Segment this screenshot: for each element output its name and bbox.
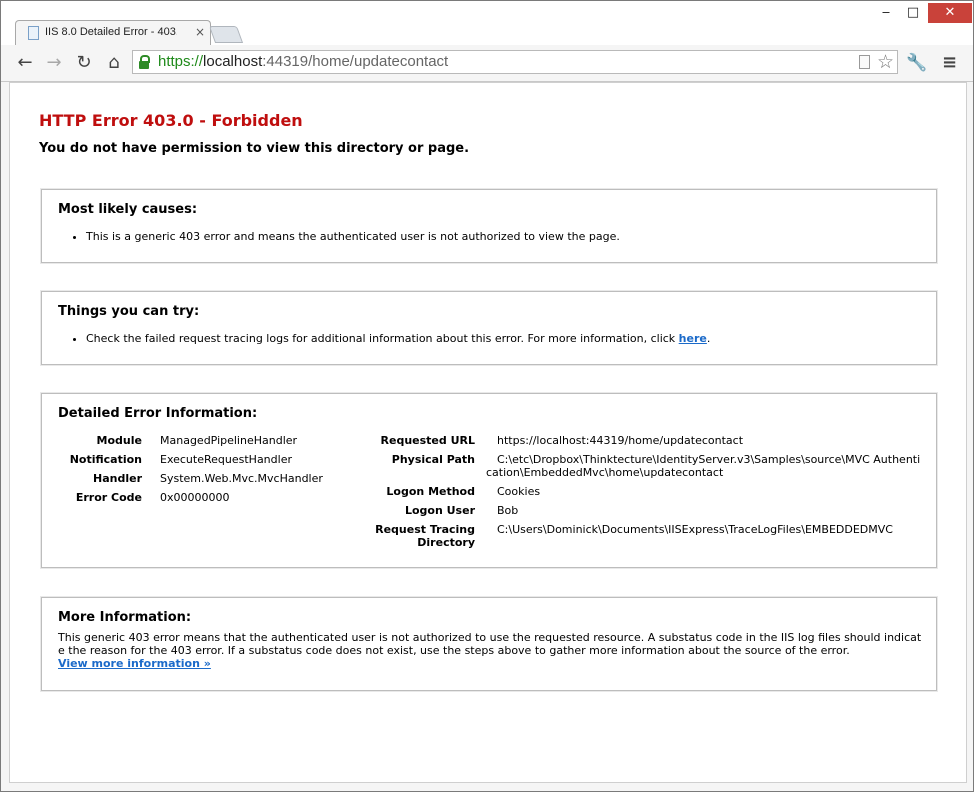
details-box: Detailed Error Information: Module Manag… xyxy=(41,393,937,568)
wrench-icon[interactable]: 🔧 xyxy=(906,53,927,73)
detail-label: Physical Path xyxy=(391,453,475,466)
page-action-icon[interactable] xyxy=(859,55,870,69)
detail-value: Cookies xyxy=(497,485,541,498)
lock-icon[interactable] xyxy=(139,55,150,69)
page-content: HTTP Error 403.0 - Forbidden You do not … xyxy=(9,82,967,783)
more-info-box: More Information: This generic 403 error… xyxy=(41,597,937,691)
error-subheading: You do not have permission to view this … xyxy=(39,141,470,156)
detail-label: Error Code xyxy=(75,491,142,504)
menu-icon[interactable]: ≡ xyxy=(942,53,957,73)
browser-tab[interactable]: IIS 8.0 Detailed Error - 403. × xyxy=(15,20,211,45)
try-list: Check the failed request tracing logs fo… xyxy=(86,332,710,345)
try-text: Check the failed request tracing logs fo… xyxy=(86,332,679,345)
url-text[interactable]: https://localhost:44319/home/updateconta… xyxy=(158,52,448,72)
back-button[interactable]: ← xyxy=(14,53,36,75)
list-item: Check the failed request tracing logs fo… xyxy=(86,332,710,345)
tab-close-icon[interactable]: × xyxy=(195,26,205,38)
try-title: Things you can try: xyxy=(58,304,200,319)
detail-value: https://localhost:44319/home/updateconta… xyxy=(497,434,744,447)
more-info-title: More Information: xyxy=(58,610,192,625)
detail-label: Module xyxy=(96,434,142,447)
detail-value: Bob xyxy=(497,504,519,517)
home-button[interactable]: ⌂ xyxy=(103,53,125,75)
here-link[interactable]: here xyxy=(679,332,707,345)
page-favicon-icon xyxy=(28,26,39,40)
tab-title: IIS 8.0 Detailed Error - 403. xyxy=(45,26,177,38)
new-tab-button[interactable] xyxy=(208,26,244,43)
url-host: localhost xyxy=(203,53,263,70)
bookmark-star-icon[interactable]: ☆ xyxy=(877,51,894,73)
detail-value: C:\etc\Dropbox\Thinktecture\IdentityServ… xyxy=(486,453,921,479)
causes-box: Most likely causes: This is a generic 40… xyxy=(41,189,937,263)
title-bar: IIS 8.0 Detailed Error - 403. × ‒ □ ✕ xyxy=(1,1,973,45)
reload-button[interactable]: ↻ xyxy=(73,53,95,75)
detail-value: ManagedPipelineHandler xyxy=(160,434,298,447)
more-info-body: This generic 403 error means that the au… xyxy=(58,631,922,657)
forward-button[interactable]: → xyxy=(43,53,65,75)
more-info-text: This generic 403 error means that the au… xyxy=(58,631,922,670)
url-path: :44319/home/updatecontact xyxy=(262,53,449,70)
detail-value: 0x00000000 xyxy=(160,491,230,504)
address-bar[interactable]: https://localhost:44319/home/updateconta… xyxy=(132,50,898,74)
detail-value: C:\Users\Dominick\Documents\IISExpress\T… xyxy=(497,523,893,536)
detail-label: Logon Method xyxy=(386,485,475,498)
detail-value: System.Web.Mvc.MvcHandler xyxy=(160,472,323,485)
detail-value: ExecuteRequestHandler xyxy=(160,453,292,466)
browser-window: IIS 8.0 Detailed Error - 403. × ‒ □ ✕ ← … xyxy=(0,0,974,792)
detail-label: Notification xyxy=(69,453,142,466)
view-more-information-link[interactable]: View more information » xyxy=(58,657,211,670)
error-heading: HTTP Error 403.0 - Forbidden xyxy=(39,111,303,130)
try-box: Things you can try: Check the failed req… xyxy=(41,291,937,365)
detail-label: Request Tracing Directory xyxy=(375,523,475,549)
details-title: Detailed Error Information: xyxy=(58,406,258,421)
detail-label: Handler xyxy=(93,472,142,485)
detail-label: Logon User xyxy=(404,504,475,517)
detail-label: Requested URL xyxy=(380,434,475,447)
try-suffix: . xyxy=(706,332,711,345)
url-scheme: https:// xyxy=(158,53,204,70)
list-item: This is a generic 403 error and means th… xyxy=(86,230,620,243)
close-window-button[interactable]: ✕ xyxy=(928,3,972,23)
maximize-button[interactable]: □ xyxy=(894,3,932,23)
causes-title: Most likely causes: xyxy=(58,202,198,217)
browser-toolbar: ← → ↻ ⌂ https://localhost:44319/home/upd… xyxy=(1,45,973,82)
causes-list: This is a generic 403 error and means th… xyxy=(86,230,620,243)
